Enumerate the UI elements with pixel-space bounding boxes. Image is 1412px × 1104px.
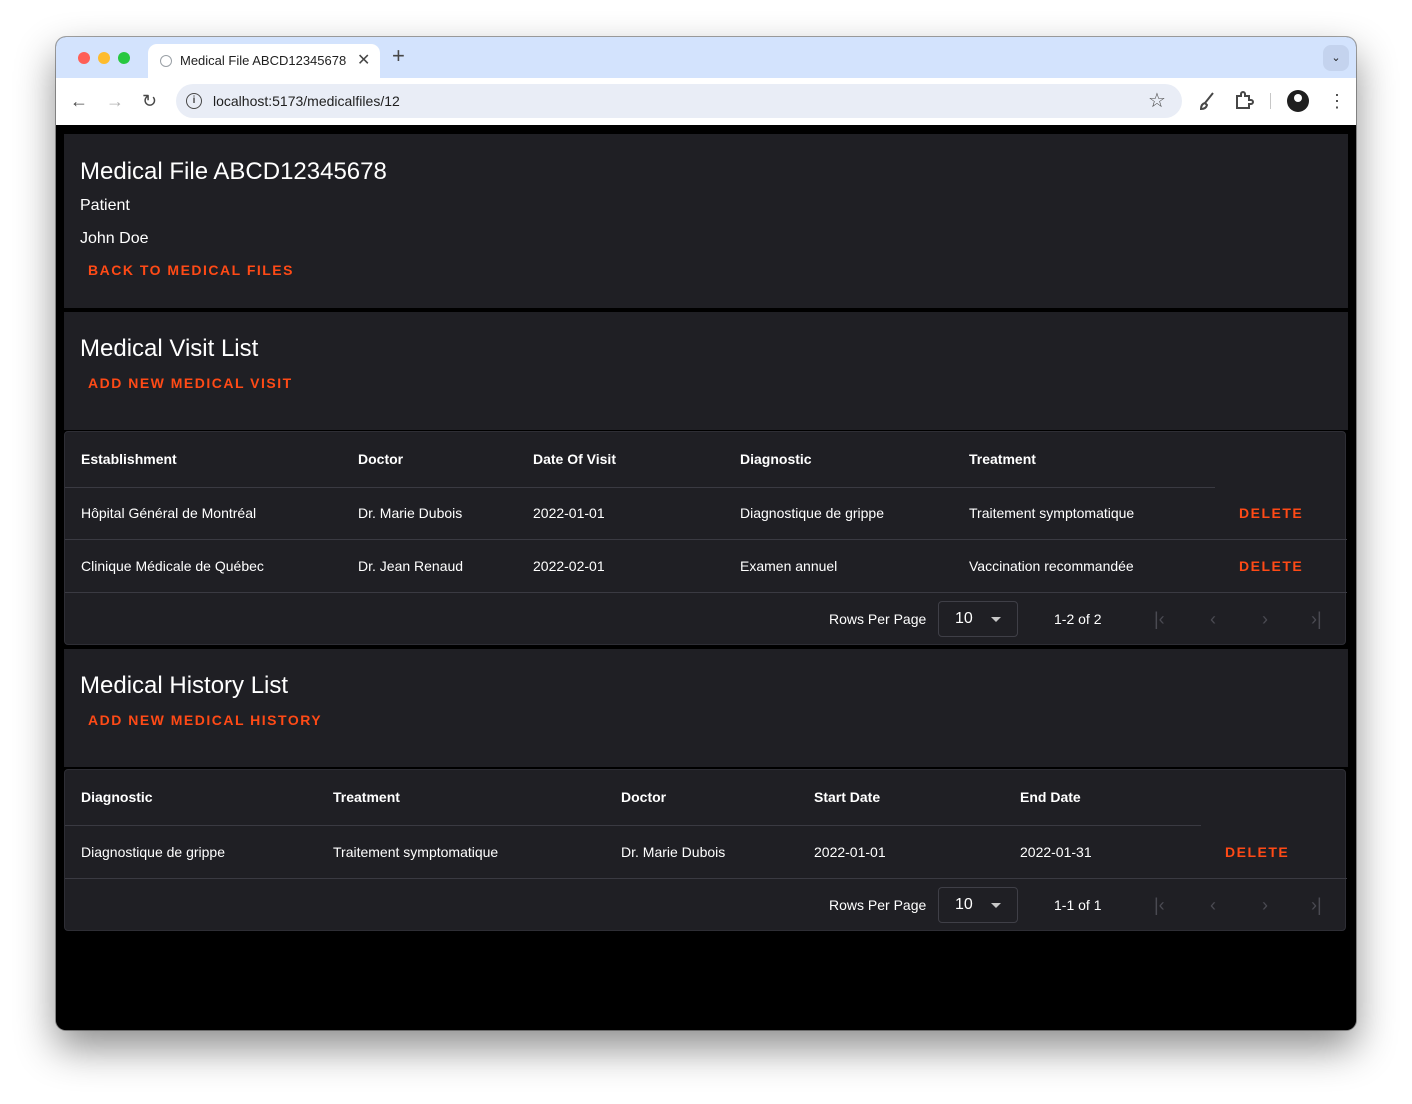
address-bar[interactable]: i localhost:5173/medicalfiles/12 ☆ <box>176 84 1182 118</box>
patient-name: John Doe <box>80 230 149 247</box>
visit-list-title: Medical Visit List <box>80 335 259 362</box>
last-page-icon[interactable]: ›| <box>1311 610 1322 628</box>
favicon-icon <box>160 55 172 67</box>
tab-close-icon[interactable]: ✕ <box>357 50 370 70</box>
medical-visit-table: Establishment Doctor Date Of Visit Diagn… <box>64 431 1347 645</box>
rows-per-page-label: Rows Per Page <box>829 611 927 627</box>
cell-diagnostic: Diagnostique de grippe <box>740 505 884 521</box>
column-header[interactable]: Treatment <box>333 789 400 805</box>
last-page-icon[interactable]: ›| <box>1311 896 1322 914</box>
rows-per-page-label: Rows Per Page <box>829 897 927 913</box>
tab-search-chevron-icon[interactable]: ⌄ <box>1323 45 1349 71</box>
next-page-icon[interactable]: › <box>1262 896 1268 914</box>
cell-date: 2022-01-01 <box>533 505 605 521</box>
delete-button[interactable]: DELETE <box>1225 844 1289 860</box>
first-page-icon[interactable]: |‹ <box>1154 610 1165 628</box>
maximize-window-button[interactable] <box>118 52 130 64</box>
rows-per-page-value: 10 <box>955 610 973 627</box>
previous-page-icon[interactable]: ‹ <box>1210 896 1216 914</box>
delete-button[interactable]: DELETE <box>1239 505 1303 521</box>
more-icon[interactable]: ⋮ <box>1328 90 1346 112</box>
cell-doctor: Dr. Marie Dubois <box>358 505 463 521</box>
cell-diagnostic: Examen annuel <box>740 558 838 574</box>
star-icon[interactable]: ☆ <box>1148 88 1166 113</box>
column-header[interactable]: Doctor <box>358 451 403 467</box>
history-list-title: Medical History List <box>80 672 289 699</box>
browser-toolbar: ← → ↻ i localhost:5173/medicalfiles/12 ☆… <box>56 78 1356 125</box>
cell-doctor: Dr. Jean Renaud <box>358 558 464 574</box>
close-window-button[interactable] <box>78 52 90 64</box>
back-to-medical-files-button[interactable]: BACK TO MEDICAL FILES <box>88 262 294 278</box>
forward-icon[interactable]: → <box>106 90 124 112</box>
cell-doctor: Dr. Marie Dubois <box>621 844 726 860</box>
page-title: Medical File ABCD12345678 <box>80 158 387 185</box>
column-header[interactable]: Date Of Visit <box>533 451 616 467</box>
browser-window: Medical File ABCD12345678 ✕ + ⌄ ← → ↻ i … <box>56 37 1356 1030</box>
medical-history-table: Diagnostic Treatment Doctor Start Date E… <box>64 769 1347 931</box>
rows-per-page-select[interactable]: 10 <box>938 601 1018 637</box>
medical-visit-section: Medical Visit List ADD NEW MEDICAL VISIT <box>64 312 1348 430</box>
active-tab[interactable]: Medical File ABCD12345678 ✕ <box>148 44 380 78</box>
extensions-icon[interactable] <box>1234 90 1254 110</box>
column-header[interactable]: End Date <box>1020 789 1081 805</box>
url-text[interactable]: localhost:5173/medicalfiles/12 <box>213 93 400 109</box>
tab-title: Medical File ABCD12345678 <box>180 53 347 68</box>
next-page-icon[interactable]: › <box>1262 610 1268 628</box>
first-page-icon[interactable]: |‹ <box>1154 896 1165 914</box>
pagination-range: 1-2 of 2 <box>1054 611 1102 627</box>
toolbar-divider <box>1270 93 1271 109</box>
cell-establishment: Clinique Médicale de Québec <box>81 558 264 574</box>
medical-file-header: Medical File ABCD12345678 Patient John D… <box>64 134 1348 308</box>
add-medical-visit-button[interactable]: ADD NEW MEDICAL VISIT <box>88 375 293 391</box>
info-icon[interactable]: i <box>186 93 202 109</box>
dropdown-caret-icon <box>991 903 1001 908</box>
header-divider <box>65 487 1215 488</box>
back-icon[interactable]: ← <box>70 90 88 112</box>
reload-icon[interactable]: ↻ <box>142 90 157 112</box>
patient-label: Patient <box>80 197 130 214</box>
column-header[interactable]: Establishment <box>81 451 177 467</box>
cell-end-date: 2022-01-31 <box>1020 844 1092 860</box>
add-medical-history-button[interactable]: ADD NEW MEDICAL HISTORY <box>88 712 322 728</box>
column-header[interactable]: Start Date <box>814 789 880 805</box>
dropdown-caret-icon <box>991 617 1001 622</box>
row-divider <box>65 539 1347 540</box>
profile-icon[interactable] <box>1287 90 1309 112</box>
row-divider <box>65 592 1347 593</box>
pagination-range: 1-1 of 1 <box>1054 897 1102 913</box>
delete-button[interactable]: DELETE <box>1239 558 1303 574</box>
previous-page-icon[interactable]: ‹ <box>1210 610 1216 628</box>
cell-start-date: 2022-01-01 <box>814 844 886 860</box>
cell-treatment: Traitement symptomatique <box>333 844 499 860</box>
minimize-window-button[interactable] <box>98 52 110 64</box>
cell-date: 2022-02-01 <box>533 558 605 574</box>
column-header[interactable]: Diagnostic <box>81 789 153 805</box>
column-header[interactable]: Doctor <box>621 789 666 805</box>
cell-diagnostic: Diagnostique de grippe <box>81 844 225 860</box>
new-tab-icon[interactable]: + <box>392 45 405 67</box>
header-divider <box>65 825 1201 826</box>
page-content: Medical File ABCD12345678 Patient John D… <box>56 125 1356 1030</box>
row-divider <box>65 878 1347 879</box>
tab-bar: Medical File ABCD12345678 ✕ + ⌄ <box>56 37 1356 78</box>
cell-establishment: Hôpital Général de Montréal <box>81 505 257 521</box>
rows-per-page-value: 10 <box>955 896 973 913</box>
column-header[interactable]: Diagnostic <box>740 451 812 467</box>
column-header[interactable]: Treatment <box>969 451 1036 467</box>
cell-treatment: Traitement symptomatique <box>969 505 1135 521</box>
medical-history-section: Medical History List ADD NEW MEDICAL HIS… <box>64 649 1348 767</box>
brush-icon[interactable] <box>1199 91 1217 111</box>
cell-treatment: Vaccination recommandée <box>969 558 1134 574</box>
rows-per-page-select[interactable]: 10 <box>938 887 1018 923</box>
